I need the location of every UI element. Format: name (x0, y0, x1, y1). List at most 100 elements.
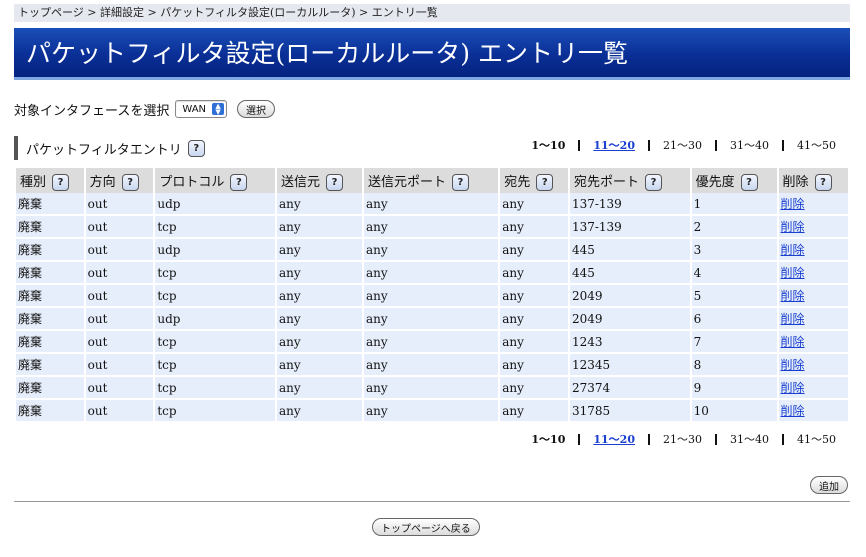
delete-link[interactable]: 削除 (781, 335, 805, 349)
table-cell: 削除 (778, 354, 848, 377)
table-cell: tcp (155, 400, 275, 423)
table-cell: any (276, 354, 362, 377)
pager-page-4: 31〜40 (730, 139, 769, 152)
help-icon[interactable]: ? (536, 173, 554, 191)
table-cell: any (363, 331, 499, 354)
table-cell: udp (155, 239, 275, 262)
delete-link[interactable]: 削除 (781, 266, 805, 280)
table-cell: 10 (691, 400, 777, 423)
table-cell: 廃棄 (16, 239, 84, 262)
table-cell: out (85, 193, 154, 216)
help-icon[interactable]: ? (740, 173, 758, 191)
column-header-4: 送信元? (276, 168, 362, 193)
table-cell: out (85, 239, 154, 262)
delete-link[interactable]: 削除 (781, 220, 805, 234)
column-header-label: 削除 (782, 174, 809, 190)
interface-select[interactable]: WAN ▲ ▼ (175, 100, 228, 118)
delete-link[interactable]: 削除 (781, 381, 805, 395)
table-cell: 8 (691, 354, 777, 377)
help-icon[interactable]: ? (814, 173, 832, 191)
table-cell: 2 (691, 216, 777, 239)
table-cell: any (363, 262, 499, 285)
table-cell: 1 (691, 193, 777, 216)
table-cell: udp (155, 193, 275, 216)
pager-page-1: 1〜10 (531, 433, 566, 446)
table-cell: tcp (155, 331, 275, 354)
pager-top: 1〜10 11〜20 21〜30 31〜40 41〜50 (529, 137, 838, 153)
section-header: パケットフィルタエントリ ? (14, 136, 205, 160)
help-icon[interactable]: ? (121, 173, 139, 191)
table-cell: 31785 (569, 400, 690, 423)
table-cell: any (276, 262, 362, 285)
table-cell: 廃棄 (16, 216, 84, 239)
table-cell: 廃棄 (16, 285, 84, 308)
table-cell: 27374 (569, 377, 690, 400)
delete-link[interactable]: 削除 (781, 289, 805, 303)
pager-page-2[interactable]: 11〜20 (591, 137, 637, 153)
table-cell: any (500, 285, 568, 308)
table-cell: 廃棄 (16, 308, 84, 331)
table-cell: any (276, 400, 362, 423)
delete-link[interactable]: 削除 (781, 404, 805, 418)
table-cell: any (363, 216, 499, 239)
table-cell: any (276, 308, 362, 331)
delete-link[interactable]: 削除 (781, 197, 805, 211)
table-cell: 5 (691, 285, 777, 308)
pager-separator (648, 433, 650, 445)
table-cell: any (363, 308, 499, 331)
column-header-5: 送信元ポート? (363, 168, 499, 193)
table-cell: any (276, 331, 362, 354)
table-cell: 2049 (569, 285, 690, 308)
table-row: 廃棄 out tcp any any any 31785 10 削除 (16, 400, 848, 423)
help-icon[interactable]: ? (644, 173, 662, 191)
table-cell: any (500, 400, 568, 423)
table-cell: any (363, 400, 499, 423)
column-header-label: 種別 (20, 174, 47, 190)
table-cell: any (500, 216, 568, 239)
table-cell: 削除 (778, 400, 848, 423)
pager-page-5: 41〜50 (797, 433, 836, 446)
table-cell: any (363, 377, 499, 400)
breadcrumb: トップページ > 詳細設定 > パケットフィルタ設定(ローカルルータ) > エン… (14, 4, 850, 22)
table-cell: 廃棄 (16, 262, 84, 285)
table-cell: 削除 (778, 262, 848, 285)
table-cell: out (85, 354, 154, 377)
column-header-label: 送信元ポート (367, 174, 446, 190)
help-icon[interactable]: ? (451, 173, 469, 191)
table-cell: 445 (569, 262, 690, 285)
back-to-top-button[interactable]: トップページへ戻る (372, 518, 480, 536)
table-cell: 廃棄 (16, 377, 84, 400)
table-row: 廃棄 out tcp any any any 27374 9 削除 (16, 377, 848, 400)
delete-link[interactable]: 削除 (781, 312, 805, 326)
table-cell: 削除 (778, 239, 848, 262)
table-cell: 9 (691, 377, 777, 400)
table-cell: 削除 (778, 285, 848, 308)
table-cell: any (500, 331, 568, 354)
table-cell: any (500, 308, 568, 331)
add-button[interactable]: 追加 (810, 476, 848, 494)
table-cell: any (276, 285, 362, 308)
interface-selector-row: 対象インタフェースを選択 WAN ▲ ▼ 選択 (14, 99, 276, 119)
delete-link[interactable]: 削除 (781, 358, 805, 372)
select-arrows-icon: ▲ ▼ (212, 103, 225, 116)
pager-page-2[interactable]: 11〜20 (591, 431, 637, 447)
table-cell: any (363, 193, 499, 216)
table-cell: out (85, 308, 154, 331)
table-cell: any (500, 262, 568, 285)
help-icon[interactable]: ? (187, 139, 205, 157)
column-header-label: 優先度 (695, 174, 735, 190)
table-row: 廃棄 out tcp any any any 1243 7 削除 (16, 331, 848, 354)
help-icon[interactable]: ? (325, 173, 343, 191)
table-row: 廃棄 out tcp any any any 12345 8 削除 (16, 354, 848, 377)
column-header-label: 宛先 (504, 174, 531, 190)
help-icon[interactable]: ? (230, 173, 248, 191)
help-icon[interactable]: ? (52, 173, 70, 191)
column-header-3: プロトコル? (155, 168, 275, 193)
table-cell: 6 (691, 308, 777, 331)
delete-link[interactable]: 削除 (781, 243, 805, 257)
pager-page-3: 21〜30 (663, 139, 702, 152)
table-cell: 3 (691, 239, 777, 262)
select-button[interactable]: 選択 (237, 100, 276, 118)
table-cell: tcp (155, 262, 275, 285)
pager-page-4: 31〜40 (730, 433, 769, 446)
